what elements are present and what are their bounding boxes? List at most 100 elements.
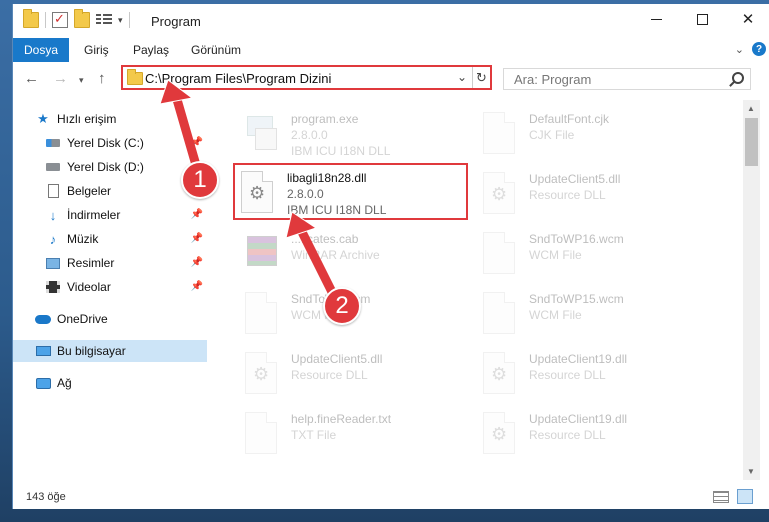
folder-icon	[127, 69, 143, 85]
vertical-scrollbar[interactable]: ▲ ▼	[743, 100, 760, 480]
file-tile[interactable]: SndToWP16.wcm WCM File	[479, 228, 719, 284]
file-description: IBM ICU I18N DLL	[287, 203, 387, 217]
sidebar-item-label: Yerel Disk (D:)	[67, 160, 144, 174]
minimize-icon	[650, 18, 662, 20]
pin-icon[interactable]: 📌	[191, 209, 203, 220]
item-count: 143 öğe	[26, 491, 66, 503]
tab-view[interactable]: Görünüm	[191, 43, 241, 57]
sidebar-item-disk-c[interactable]: Yerel Disk (C:) 📌	[13, 132, 207, 154]
minimize-button[interactable]	[633, 4, 679, 34]
details-view-icon[interactable]	[713, 491, 729, 503]
file-type: CJK File	[529, 128, 575, 142]
sidebar-item-quick-access[interactable]: ★ Hızlı erişim	[13, 108, 207, 130]
tab-file[interactable]: Dosya	[13, 38, 69, 62]
scroll-down-icon[interactable]: ▼	[747, 467, 755, 476]
new-folder-icon[interactable]	[74, 9, 90, 28]
sidebar-item-documents[interactable]: Belgeler 📌	[13, 180, 207, 202]
dll-gear-icon: ⚙	[241, 350, 281, 398]
tab-home[interactable]: Giriş	[84, 43, 109, 57]
address-path[interactable]: C:\Program Files\Program Dizini	[145, 71, 331, 86]
up-arrow-icon[interactable]: ↑	[98, 70, 106, 87]
sidebar-item-downloads[interactable]: ↓ İndirmeler 📌	[13, 204, 207, 226]
close-icon: ✕	[741, 11, 755, 28]
address-dropdown-icon[interactable]: ⌄	[457, 70, 467, 84]
star-icon: ★	[37, 111, 49, 126]
customize-toolbar-icon[interactable]	[96, 12, 112, 28]
file-tile[interactable]: SndToW...wcm WCM File	[241, 288, 481, 344]
file-tile[interactable]: ⚙ libagli18n28.dll 2.8.0.0 IBM ICU I18N …	[237, 167, 477, 223]
ribbon-tabs: Dosya Giriş Paylaş Görünüm ⌄ ?	[13, 38, 769, 62]
recent-locations-icon[interactable]: ▾	[79, 75, 84, 86]
close-button[interactable]: ✕	[725, 4, 769, 34]
dll-gear-icon: ⚙	[479, 410, 519, 458]
file-tile[interactable]: ⚙ UpdateClient19.dll Resource DLL	[479, 408, 719, 464]
file-icon	[241, 290, 281, 338]
back-arrow-icon[interactable]: ←	[24, 70, 39, 87]
tab-share[interactable]: Paylaş	[133, 43, 169, 57]
explorer-window: ▾ Program ✕ Dosya Giriş Paylaş Görünüm ⌄…	[12, 4, 769, 509]
search-input[interactable]: Ara: Program	[503, 68, 751, 90]
sidebar-item-videos[interactable]: Videolar 📌	[13, 276, 207, 298]
sidebar-item-label: Hızlı erişim	[57, 112, 117, 126]
address-bar[interactable]: C:\Program Files\Program Dizini ⌄ ↻	[121, 65, 492, 90]
maximize-button[interactable]	[679, 4, 725, 34]
sidebar-item-label: OneDrive	[57, 312, 108, 326]
cloud-icon	[35, 311, 51, 327]
sidebar-item-network[interactable]: Ağ	[13, 372, 207, 394]
sidebar-item-onedrive[interactable]: OneDrive	[13, 308, 207, 330]
search-icon[interactable]	[732, 72, 744, 84]
highlighted-file-tile[interactable]: ⚙ libagli18n28.dll 2.8.0.0 IBM ICU I18N …	[233, 163, 468, 220]
sidebar-item-label: Belgeler	[67, 184, 112, 198]
sidebar-item-this-pc[interactable]: Bu bilgisayar	[13, 340, 207, 362]
forward-arrow-icon[interactable]: →	[53, 70, 68, 87]
toolbar-dropdown-icon[interactable]: ▾	[118, 15, 123, 26]
quick-access-toolbar: ▾	[23, 9, 130, 28]
title-bar: ▾ Program ✕	[13, 4, 769, 38]
file-name: DefaultFont.cjk	[529, 112, 610, 126]
file-type: Resource DLL	[529, 188, 606, 202]
pin-icon[interactable]: 📌	[191, 233, 203, 244]
navigation-pane: ★ Hızlı erişim Yerel Disk (C:) 📌 Yerel D…	[13, 100, 207, 480]
sidebar-item-disk-d[interactable]: Yerel Disk (D:)	[13, 156, 207, 178]
scroll-thumb[interactable]	[745, 118, 758, 166]
exe-icon	[241, 110, 281, 158]
download-icon: ↓	[49, 207, 57, 223]
file-tile[interactable]: ⚙ UpdateClient19.dll Resource DLL	[479, 348, 719, 404]
scroll-up-icon[interactable]: ▲	[747, 104, 755, 113]
drive-icon	[45, 159, 61, 175]
file-tile[interactable]: help.fineReader.txt TXT File	[241, 408, 481, 464]
file-type: Resource DLL	[529, 368, 606, 382]
file-tile[interactable]: ⚙ UpdateClient5.dll Resource DLL	[479, 168, 719, 224]
file-type: WCM File	[529, 248, 582, 262]
maximize-icon	[696, 13, 708, 25]
expand-ribbon-icon[interactable]: ⌄	[735, 43, 744, 56]
pin-icon[interactable]: 📌	[191, 281, 203, 292]
file-tile[interactable]: ⚙ UpdateClient5.dll Resource DLL	[241, 348, 481, 404]
sidebar-item-pictures[interactable]: Resimler 📌	[13, 252, 207, 274]
sidebar-item-music[interactable]: ♪ Müzik 📌	[13, 228, 207, 250]
file-type: Resource DLL	[529, 428, 606, 442]
videos-icon	[45, 279, 61, 295]
toolbar-separator	[128, 12, 130, 28]
tiles-view-icon[interactable]	[737, 489, 753, 504]
file-tile[interactable]: SndToWP15.wcm WCM File	[479, 288, 719, 344]
file-description: IBM ICU I18N DLL	[291, 144, 391, 158]
file-type: WCM File	[529, 308, 582, 322]
pin-icon[interactable]: 📌	[191, 257, 203, 268]
file-icon	[479, 290, 519, 338]
file-type: Resource DLL	[291, 368, 368, 382]
file-tile[interactable]: DefaultFont.cjk CJK File	[479, 108, 719, 164]
pin-icon[interactable]: 📌	[191, 137, 203, 148]
properties-check-icon[interactable]	[52, 11, 68, 28]
file-tile[interactable]: ...ficates.cab WinRAR Archive	[241, 228, 481, 284]
drive-icon	[45, 135, 61, 151]
network-icon	[35, 375, 51, 391]
refresh-icon[interactable]: ↻	[472, 67, 490, 88]
music-icon: ♪	[49, 231, 57, 247]
folder-icon	[23, 9, 39, 28]
file-tile[interactable]: program.exe 2.8.0.0 IBM ICU I18N DLL	[241, 108, 481, 164]
sidebar-item-label: Yerel Disk (C:)	[67, 136, 144, 150]
file-name: SndToWP16.wcm	[529, 232, 624, 246]
help-icon[interactable]: ?	[752, 42, 766, 56]
computer-icon	[35, 343, 51, 359]
